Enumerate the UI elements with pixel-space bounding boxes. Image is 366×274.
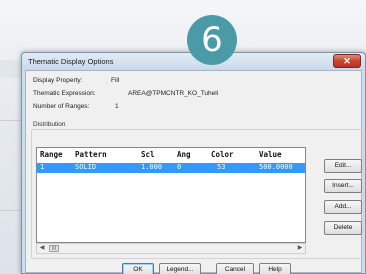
display-property-value: Fill: [111, 77, 120, 84]
insert-button-label: Insert...: [332, 182, 354, 189]
distribution-list[interactable]: Range Pattern Scl Ang Color Value 1 SOLI…: [36, 147, 306, 243]
scroll-left-arrow-icon[interactable]: ◀: [37, 244, 47, 253]
ok-button-label: OK: [133, 266, 143, 273]
cell-range: 1: [40, 163, 45, 171]
table-row[interactable]: 1 SOLID 1.000 0 53 500.0000: [37, 163, 305, 173]
help-button[interactable]: Help: [259, 263, 291, 274]
column-header-value: Value: [259, 150, 282, 159]
thematic-display-options-dialog: Thematic Display Options ✕ Display Prope…: [21, 52, 366, 274]
add-button-label: Add...: [334, 203, 352, 210]
dialog-title: Thematic Display Options: [28, 57, 114, 66]
column-header-pattern: Pattern: [75, 150, 107, 159]
horizontal-scrollbar[interactable]: ◀ III ▶: [36, 243, 306, 254]
list-header: Range Pattern Scl Ang Color Value: [37, 150, 305, 161]
cancel-button-label: Cancel: [224, 266, 246, 273]
dialog-body: Display Property: Fill Thematic Expressi…: [25, 70, 364, 274]
close-icon: ✕: [343, 56, 351, 66]
thematic-expression-value: AREA@TPMCNTR_KO_Tuheli: [128, 90, 219, 97]
cell-ang: 0: [177, 163, 182, 171]
delete-button-label: Delete: [333, 224, 353, 231]
close-button[interactable]: ✕: [333, 54, 361, 68]
cancel-button[interactable]: Cancel: [216, 263, 254, 274]
step-number-badge: 6: [187, 15, 237, 65]
legend-button-label: Legend...: [166, 266, 194, 273]
column-header-scl: Scl: [141, 150, 155, 159]
column-header-color: Color: [211, 150, 234, 159]
display-property-label: Display Property:: [33, 77, 83, 84]
cell-pattern: SOLID: [75, 163, 97, 171]
insert-button[interactable]: Insert...: [324, 179, 362, 193]
column-header-range: Range: [40, 150, 63, 159]
add-button[interactable]: Add...: [324, 200, 362, 214]
scroll-right-arrow-icon[interactable]: ▶: [295, 244, 305, 253]
edit-button[interactable]: Edit...: [324, 159, 362, 173]
legend-button[interactable]: Legend...: [159, 263, 201, 274]
thematic-expression-label: Thematic Expression:: [33, 90, 96, 97]
distribution-label: Distribution: [31, 121, 68, 128]
edit-button-label: Edit...: [334, 162, 352, 169]
scroll-thumb[interactable]: III: [49, 245, 59, 252]
cell-value: 500.0000: [259, 163, 293, 171]
number-of-ranges-label: Number of Ranges:: [33, 103, 90, 110]
help-button-label: Help: [268, 266, 282, 273]
cell-scl: 1.000: [141, 163, 163, 171]
ok-button[interactable]: OK: [122, 263, 154, 274]
cell-color: 53: [217, 163, 226, 171]
column-header-ang: Ang: [177, 150, 191, 159]
delete-button[interactable]: Delete: [324, 221, 362, 235]
number-of-ranges-value: 1: [115, 103, 119, 110]
